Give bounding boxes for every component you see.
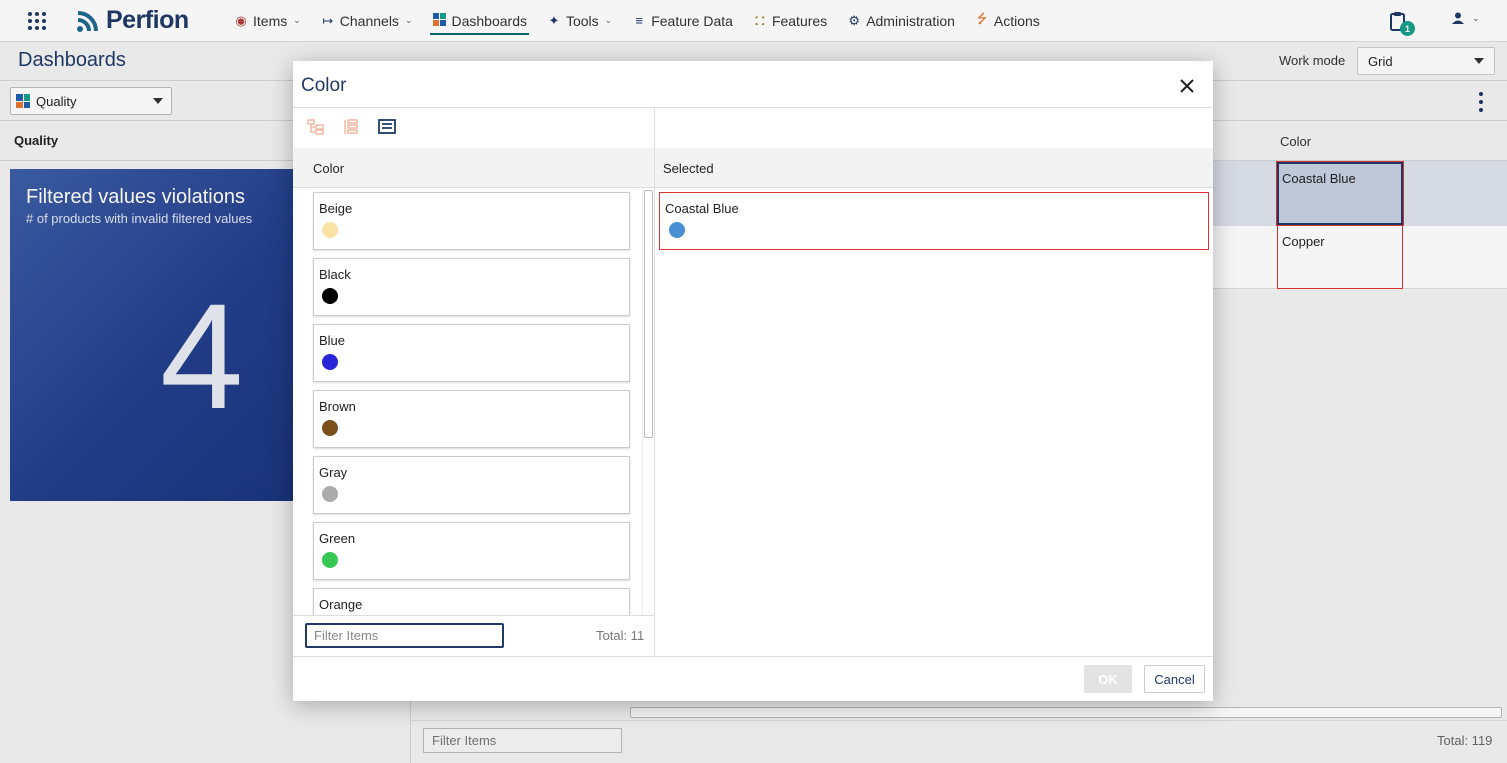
color-swatch-icon [322, 222, 338, 238]
vertical-scrollbar[interactable] [642, 188, 654, 615]
color-swatch-icon [322, 354, 338, 370]
list-tree-button[interactable] [343, 119, 361, 135]
list-item[interactable]: Brown [313, 390, 630, 448]
color-option-label: Gray [319, 465, 348, 480]
color-swatch-icon [322, 288, 338, 304]
divider [293, 656, 1213, 657]
color-options-list: Beige Black Blue Brown Gray Green Orange [293, 188, 654, 615]
tree-view-icon [307, 119, 324, 135]
color-swatch-icon [322, 486, 338, 502]
list-item[interactable]: Beige [313, 192, 630, 250]
options-column-header: Color [293, 148, 654, 188]
options-total-count: Total: 11 [596, 628, 645, 643]
list-item[interactable]: Blue [313, 324, 630, 382]
color-option-label: Beige [319, 201, 353, 216]
scrollbar-thumb[interactable] [644, 190, 653, 438]
list-tree-icon [344, 119, 358, 134]
card-view-button[interactable] [378, 119, 396, 135]
color-option-label: Brown [319, 399, 356, 414]
selected-item-label: Coastal Blue [665, 201, 739, 216]
selected-header-label: Selected [663, 161, 714, 176]
ok-button[interactable]: OK [1084, 665, 1132, 693]
close-button[interactable] [1177, 76, 1197, 96]
color-option-label: Green [319, 531, 356, 546]
list-item[interactable]: Black [313, 258, 630, 316]
color-option-label: Orange [319, 597, 363, 612]
selected-column-header: Selected [655, 148, 1213, 188]
selected-item[interactable]: Coastal Blue [659, 192, 1209, 250]
divider [654, 108, 655, 656]
list-item[interactable]: Gray [313, 456, 630, 514]
cancel-button[interactable]: Cancel [1144, 665, 1205, 693]
options-header-label: Color [313, 161, 345, 176]
card-view-icon [378, 119, 396, 134]
color-swatch-icon [322, 552, 338, 568]
color-dialog: Color Color Selected Beige Black Blue Br… [293, 61, 1213, 701]
list-item[interactable]: Orange [313, 588, 630, 615]
filter-items-input[interactable] [305, 623, 504, 648]
dialog-title: Color [301, 75, 347, 96]
close-icon [1180, 79, 1194, 93]
divider [293, 615, 654, 616]
color-swatch-icon [669, 222, 685, 238]
color-option-label: Black [319, 267, 351, 282]
color-option-label: Blue [319, 333, 346, 348]
color-swatch-icon [322, 420, 338, 436]
tree-view-button[interactable] [307, 119, 325, 135]
divider [293, 107, 1213, 108]
list-item[interactable]: Green [313, 522, 630, 580]
